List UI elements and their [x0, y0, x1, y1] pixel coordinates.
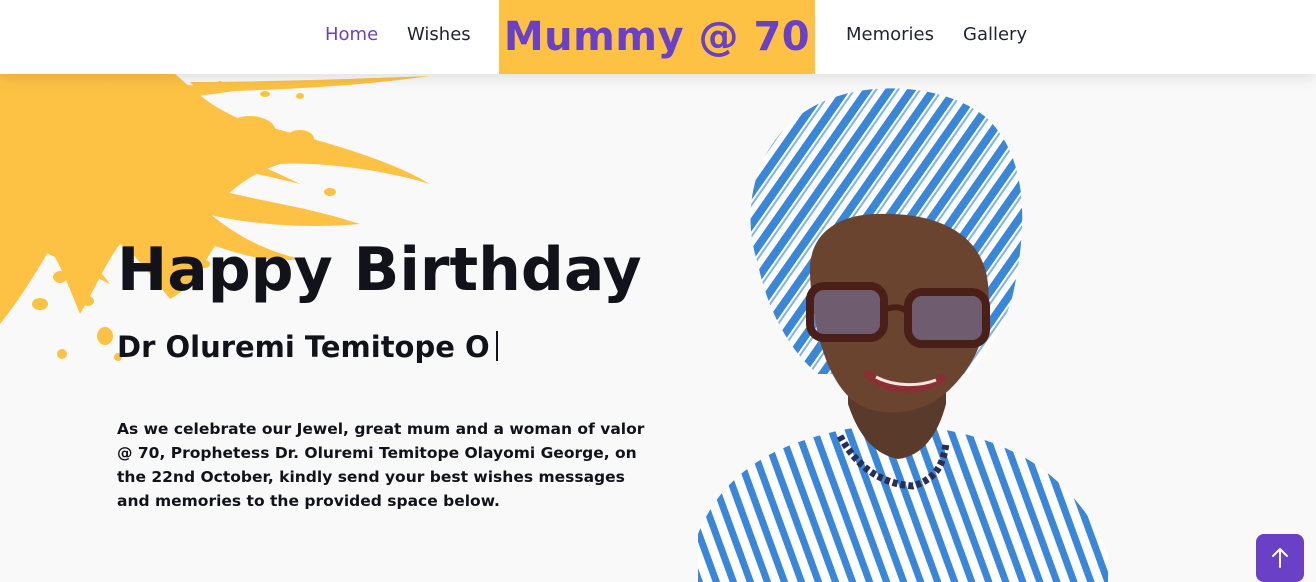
typing-cursor: [495, 331, 498, 361]
nav-gallery-link[interactable]: Gallery: [963, 23, 1027, 47]
scroll-to-top-button[interactable]: [1256, 534, 1304, 582]
typing-subtitle-text: Dr Oluremi Temitope O: [117, 330, 490, 364]
top-navbar: Home Wishes Mummy @ 70 Memories Gallery: [0, 0, 1316, 74]
hero-section: Happy Birthday Dr Oluremi Temitope O As …: [0, 74, 1316, 582]
hero-message: As we celebrate our Jewel, great mum and…: [117, 420, 645, 510]
brand-logo[interactable]: Mummy @ 70: [499, 0, 815, 74]
arrow-up-icon: [1272, 548, 1288, 568]
hero-title: Happy Birthday: [117, 235, 642, 305]
nav-home-link[interactable]: Home: [325, 23, 378, 47]
portrait-image: [698, 88, 1108, 582]
nav-memories-link[interactable]: Memories: [846, 23, 934, 47]
brand-title: Mummy @ 70: [503, 14, 811, 60]
hero-subtitle: Dr Oluremi Temitope O: [117, 328, 498, 366]
nav-wishes-link[interactable]: Wishes: [407, 23, 471, 47]
